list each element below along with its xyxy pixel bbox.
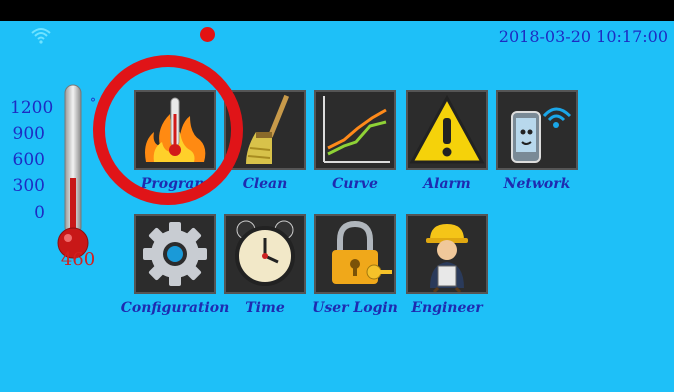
scale-label-600: 600 [12,150,45,170]
scale-label-0: 0 [34,203,45,223]
scale-label-900: 900 [12,124,45,144]
program-button[interactable] [134,90,216,170]
engineer-icon [426,224,468,292]
top-black-bar [0,0,674,21]
line-chart-icon [323,96,390,163]
phone-wifi-icon [511,107,572,163]
program-label[interactable]: Program [134,176,216,192]
configuration-button[interactable] [134,214,216,294]
clean-button[interactable] [224,90,306,170]
network-label[interactable]: Network [496,176,578,192]
gear-icon [143,222,207,286]
thermometer-icon [57,84,89,259]
current-temperature: 460 [60,249,96,270]
alarm-clock-icon [235,220,295,286]
user-login-label[interactable]: User Login [306,300,404,316]
alarm-label[interactable]: Alarm [406,176,488,192]
alarm-button[interactable] [406,90,488,170]
curve-button[interactable] [314,90,396,170]
scale-label-300: 300 [12,176,45,196]
network-button[interactable] [496,90,578,170]
wifi-icon [31,28,51,44]
clean-label[interactable]: Clean [224,176,306,192]
datetime-display: 2018-03-20 10:17:00 [498,27,668,46]
warning-icon [409,94,485,164]
broom-icon [246,94,290,164]
engineer-label[interactable]: Engineer [406,300,488,316]
fire-thermometer-icon [145,97,206,162]
padlock-key-icon [332,220,392,284]
record-indicator [200,27,215,42]
time-label[interactable]: Time [224,300,306,316]
engineer-button[interactable] [406,214,488,294]
time-button[interactable] [224,214,306,294]
configuration-label[interactable]: Configuration [114,300,236,316]
user-login-button[interactable] [314,214,396,294]
curve-label[interactable]: Curve [314,176,396,192]
hmi-screen: 2018-03-20 10:17:00 1200 900 600 300 0 °… [0,21,674,392]
scale-label-1200: 1200 [10,98,54,118]
